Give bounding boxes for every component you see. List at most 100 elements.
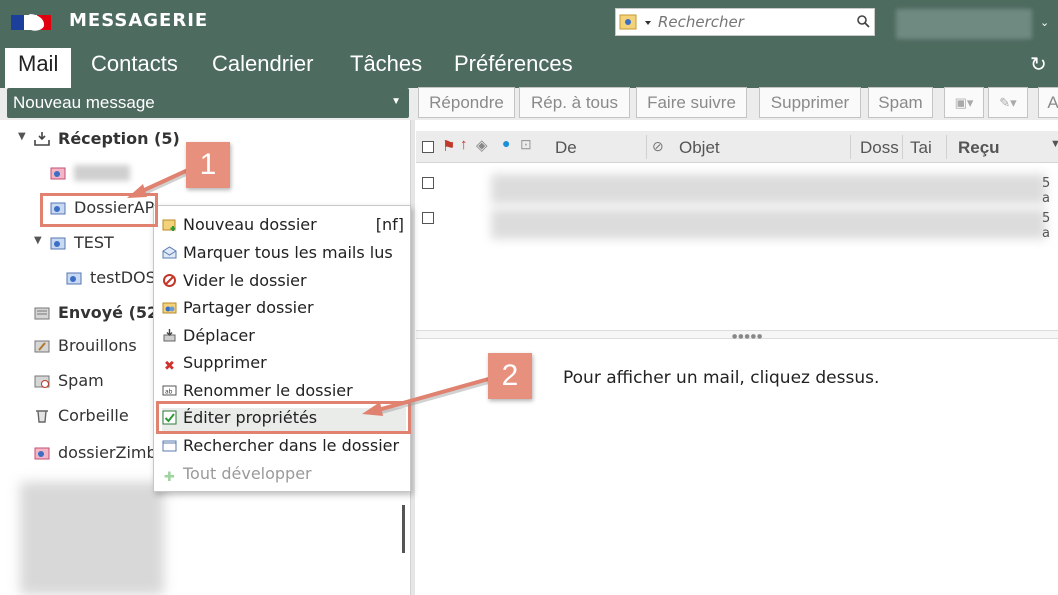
column-separator[interactable] bbox=[646, 135, 647, 159]
row-checkbox[interactable] bbox=[422, 212, 434, 224]
tab-contacts[interactable]: Contacts bbox=[91, 48, 178, 88]
reading-pane-splitter[interactable]: ●●●●● bbox=[416, 330, 1058, 340]
folder-drafts[interactable]: Brouillons bbox=[34, 336, 137, 360]
menu-item-empty-folder[interactable]: Vider le dossier bbox=[162, 271, 406, 297]
french-republic-logo-icon bbox=[11, 14, 51, 31]
column-folder[interactable]: Doss bbox=[860, 138, 899, 158]
folder-label: Envoyé (52 bbox=[58, 303, 159, 322]
menu-item-label: Renommer le dossier bbox=[183, 381, 353, 400]
folder-spam[interactable]: Spam bbox=[34, 371, 104, 395]
column-separator[interactable] bbox=[902, 135, 903, 159]
share-folder-icon bbox=[162, 300, 177, 315]
row-checkbox[interactable] bbox=[422, 177, 434, 189]
priority-icon[interactable]: ↑ bbox=[460, 136, 468, 153]
print-dropdown-icon[interactable]: ▣▾ bbox=[944, 87, 984, 118]
search-icon[interactable] bbox=[856, 14, 871, 29]
folder-sent[interactable]: Envoyé (52 bbox=[34, 303, 158, 327]
column-received[interactable]: Reçu bbox=[958, 138, 1000, 158]
folder-zimbra[interactable]: dossierZimb bbox=[34, 443, 157, 467]
column-subject[interactable]: Objet bbox=[679, 138, 720, 158]
collapse-triangle-icon[interactable]: ▼ bbox=[18, 131, 26, 142]
step-badge-1: 1 bbox=[186, 142, 230, 188]
shared-folder-icon bbox=[50, 237, 66, 250]
menu-item-expand-all: ✚ Tout développer bbox=[162, 464, 406, 490]
shortcut-hint: [nf] bbox=[375, 215, 404, 234]
folder-testdos[interactable]: testDOS bbox=[66, 268, 156, 292]
tab-tasks[interactable]: Tâches bbox=[350, 48, 422, 88]
message-list-header: ⚑ ↑ ◈ ● ⊡ De ⊘ Objet Doss Tai Reçu ▼ bbox=[416, 131, 1058, 163]
menu-item-label: Rechercher dans le dossier bbox=[183, 436, 400, 455]
app-title: MESSAGERIE bbox=[69, 10, 209, 31]
rename-icon: ab bbox=[162, 383, 177, 398]
message-row[interactable]: 5 a bbox=[416, 209, 1058, 241]
sort-down-icon[interactable]: ▼ bbox=[1050, 138, 1058, 150]
menu-item-delete[interactable]: ✖ Supprimer bbox=[162, 353, 406, 379]
menu-item-mark-all-read[interactable]: Marquer tous les mails lus bbox=[162, 243, 406, 269]
menu-item-search-in-folder[interactable]: Rechercher dans le dossier bbox=[162, 436, 406, 462]
tab-preferences[interactable]: Préférences bbox=[454, 48, 573, 88]
column-separator[interactable] bbox=[946, 135, 947, 159]
participant-icon[interactable]: ⊡ bbox=[520, 136, 532, 153]
folder-label: Spam bbox=[58, 371, 104, 390]
search-input[interactable] bbox=[656, 11, 856, 33]
caret-down-icon[interactable]: ▼ bbox=[391, 96, 401, 107]
reply-all-button[interactable]: Rép. à tous bbox=[519, 87, 630, 118]
spam-button[interactable]: Spam bbox=[868, 87, 933, 118]
refresh-icon[interactable]: ↻ bbox=[1030, 52, 1047, 76]
chevron-down-icon[interactable]: ⌄ bbox=[1040, 16, 1049, 29]
tab-calendar[interactable]: Calendrier bbox=[212, 48, 314, 88]
new-message-button[interactable]: Nouveau message ▼ bbox=[7, 88, 409, 118]
folder-inbox[interactable]: ▼ Réception (5) bbox=[18, 129, 180, 153]
highlight-box-edit-properties bbox=[156, 401, 411, 434]
highlight-box-dossierap bbox=[40, 193, 158, 227]
folder-label: dossierZimb bbox=[58, 443, 157, 462]
column-separator[interactable] bbox=[850, 135, 851, 159]
delete-button[interactable]: Supprimer bbox=[759, 87, 861, 118]
redacted-message bbox=[491, 174, 1046, 204]
row-received-partial: 5 a bbox=[1042, 176, 1051, 206]
redacted-message bbox=[491, 209, 1046, 239]
truncated-button[interactable]: A bbox=[1038, 87, 1058, 118]
folder-label: Réception (5) bbox=[58, 129, 180, 148]
message-row[interactable]: 5 a bbox=[416, 174, 1058, 206]
folder-label: testDOS bbox=[90, 268, 156, 287]
tag-dropdown-icon[interactable]: ✎▾ bbox=[988, 87, 1028, 118]
flag-icon[interactable]: ⚑ bbox=[442, 137, 455, 155]
inbox-icon bbox=[34, 132, 50, 146]
search-scope-dropdown-icon[interactable] bbox=[619, 13, 655, 33]
column-from[interactable]: De bbox=[555, 138, 577, 158]
toolbar: Nouveau message ▼ Répondre Rép. à tous F… bbox=[0, 87, 1058, 120]
scrollbar[interactable] bbox=[402, 505, 405, 553]
user-account-area[interactable] bbox=[896, 9, 1032, 39]
forward-button[interactable]: Faire suivre bbox=[636, 87, 747, 118]
menu-item-new-folder[interactable]: Nouveau dossier [nf] bbox=[162, 215, 406, 241]
collapse-triangle-icon[interactable]: ▼ bbox=[34, 235, 42, 246]
folder-trash[interactable]: Corbeille bbox=[34, 406, 129, 430]
menu-item-move[interactable]: Déplacer bbox=[162, 326, 406, 352]
attachment-icon[interactable]: ⊘ bbox=[652, 138, 664, 155]
tab-mail[interactable]: Mail bbox=[5, 48, 72, 88]
shared-folder-icon bbox=[50, 167, 66, 180]
redacted-area bbox=[20, 482, 164, 595]
unread-dot-icon[interactable]: ● bbox=[502, 135, 510, 151]
empty-folder-icon bbox=[162, 273, 177, 288]
reading-pane-hint: Pour afficher un mail, cliquez dessus. bbox=[563, 368, 880, 388]
shared-folder-icon bbox=[66, 272, 82, 285]
tag-icon[interactable]: ◈ bbox=[476, 136, 488, 154]
spam-folder-icon bbox=[34, 375, 50, 388]
select-all-checkbox[interactable] bbox=[422, 141, 434, 153]
top-bar: MESSAGERIE ⌄ Mail Contacts Calendrier Tâ… bbox=[0, 0, 1058, 88]
column-size[interactable]: Tai bbox=[910, 138, 932, 158]
trash-icon bbox=[36, 410, 48, 423]
search-box[interactable] bbox=[615, 8, 875, 36]
menu-item-label: Nouveau dossier bbox=[183, 215, 317, 234]
expand-all-icon: ✚ bbox=[164, 470, 175, 485]
menu-item-label: Tout développer bbox=[183, 464, 312, 483]
drafts-folder-icon bbox=[34, 340, 50, 353]
menu-item-share-folder[interactable]: Partager dossier bbox=[162, 298, 406, 324]
folder-test[interactable]: ▼ TEST bbox=[34, 233, 114, 257]
menu-item-label: Déplacer bbox=[183, 326, 255, 345]
folder-redacted[interactable] bbox=[50, 163, 130, 187]
shared-folder-icon bbox=[34, 447, 50, 460]
reply-button[interactable]: Répondre bbox=[418, 87, 515, 118]
